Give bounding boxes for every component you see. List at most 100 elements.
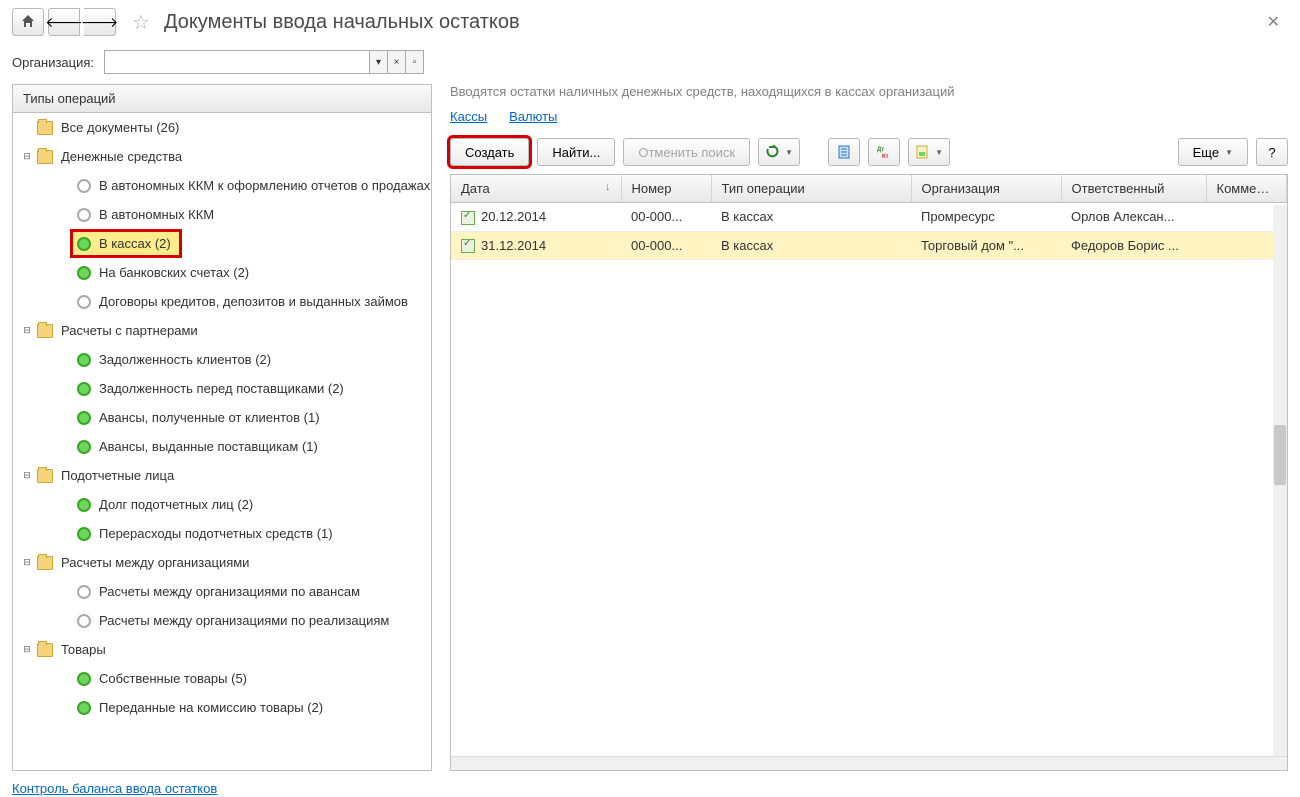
- tree-item-label: Расчеты с партнерами: [61, 323, 198, 338]
- org-dropdown-button[interactable]: ▾: [369, 51, 387, 73]
- refresh-button[interactable]: ▼: [758, 138, 800, 166]
- tree-body[interactable]: Все документы (26)⊟Денежные средстваВ ав…: [12, 113, 432, 771]
- col-date[interactable]: Дата↓: [451, 175, 621, 203]
- tree-item[interactable]: Долг подотчетных лиц (2): [13, 490, 431, 519]
- tree-item-label-wrap: Все документы (26): [33, 120, 179, 135]
- tree-item-label-wrap: Долг подотчетных лиц (2): [73, 497, 253, 512]
- tab-kassy[interactable]: Кассы: [450, 109, 487, 124]
- forward-button[interactable]: 🡒: [84, 8, 116, 36]
- tree-item-label-wrap: Перерасходы подотчетных средств (1): [73, 526, 333, 541]
- table-row[interactable]: 20.12.201400-000...В кассахПромресурсОрл…: [451, 203, 1287, 232]
- forward-icon: 🡒: [81, 14, 119, 31]
- tree-item-label: В кассах (2): [99, 236, 171, 251]
- tree-item-label: Расчеты между организациями: [61, 555, 249, 570]
- dt-kt-icon: ДтКт: [877, 145, 891, 159]
- tree-item-label-wrap: В автономных ККМ: [73, 207, 214, 222]
- tree-item[interactable]: Собственные товары (5): [13, 664, 431, 693]
- status-dot-green-icon: [77, 440, 91, 454]
- folder-icon: [37, 324, 53, 338]
- status-dot-empty-icon: [77, 179, 91, 193]
- tree-item[interactable]: Расчеты между организациями по авансам: [13, 577, 431, 606]
- cell-org: Торговый дом "...: [911, 231, 1061, 260]
- table-scroll-area[interactable]: [451, 260, 1287, 756]
- find-button[interactable]: Найти...: [537, 138, 615, 166]
- org-input[interactable]: [105, 51, 369, 73]
- tree-item[interactable]: ⊟ Товары: [13, 635, 431, 664]
- document-icon: [837, 145, 851, 159]
- help-button[interactable]: ?: [1256, 138, 1288, 166]
- tree-item-label-wrap: Переданные на комиссию товары (2): [73, 700, 323, 715]
- col-comment[interactable]: Коммента...: [1206, 175, 1287, 203]
- tree-item-label-wrap: Денежные средства: [33, 149, 182, 164]
- tree-item[interactable]: Перерасходы подотчетных средств (1): [13, 519, 431, 548]
- col-resp[interactable]: Ответственный: [1061, 175, 1206, 203]
- favorite-icon[interactable]: ☆: [132, 10, 150, 35]
- tree-item[interactable]: Авансы, полученные от клиентов (1): [13, 403, 431, 432]
- tree-item[interactable]: В кассах (2): [13, 229, 431, 258]
- home-icon: [21, 14, 35, 31]
- expander-icon[interactable]: ⊟: [21, 325, 33, 336]
- balance-control-link[interactable]: Контроль баланса ввода остатков: [12, 781, 217, 796]
- folder-icon: [37, 121, 53, 135]
- report-button-1[interactable]: [828, 138, 860, 166]
- create-button[interactable]: Создать: [450, 138, 529, 166]
- col-number[interactable]: Номер: [621, 175, 711, 203]
- tree-item-label-wrap: Расчеты с партнерами: [33, 323, 198, 338]
- tree-item[interactable]: В автономных ККМ: [13, 200, 431, 229]
- scrollbar-thumb[interactable]: [1274, 425, 1286, 485]
- tree-item-label: Собственные товары (5): [99, 671, 247, 686]
- left-pane: Типы операций Все документы (26)⊟Денежны…: [12, 84, 432, 771]
- horizontal-scrollbar[interactable]: [451, 756, 1287, 770]
- tree-item[interactable]: ⊟Денежные средства: [13, 142, 431, 171]
- tree-item[interactable]: Договоры кредитов, депозитов и выданных …: [13, 287, 431, 316]
- back-button[interactable]: 🡐: [48, 8, 80, 36]
- cancel-find-button: Отменить поиск: [623, 138, 750, 166]
- col-org[interactable]: Организация: [911, 175, 1061, 203]
- tree-item[interactable]: Задолженность клиентов (2): [13, 345, 431, 374]
- more-button[interactable]: Еще ▼: [1178, 138, 1248, 166]
- tree-item[interactable]: В автономных ККМ к оформлению отчетов о …: [13, 171, 431, 200]
- svg-text:Кт: Кт: [882, 154, 889, 159]
- col-op[interactable]: Тип операции: [711, 175, 911, 203]
- tree-item-label-wrap: В кассах (2): [73, 232, 179, 255]
- tree-item-label: Товары: [61, 642, 106, 657]
- tree-item-label: Перерасходы подотчетных средств (1): [99, 526, 333, 541]
- tab-valjuty[interactable]: Валюты: [509, 109, 557, 124]
- home-button[interactable]: [12, 8, 44, 36]
- tree-item-label-wrap: Подотчетные лица: [33, 468, 174, 483]
- print-icon: [915, 145, 929, 159]
- tree-item[interactable]: На банковских счетах (2): [13, 258, 431, 287]
- expander-icon[interactable]: ⊟: [21, 644, 33, 655]
- tree-item[interactable]: ⊟ Расчеты между организациями: [13, 548, 431, 577]
- status-dot-empty-icon: [77, 208, 91, 222]
- org-field: ▾ × ▫: [104, 50, 424, 74]
- tree-item[interactable]: Переданные на комиссию товары (2): [13, 693, 431, 722]
- tree-item-label-wrap: Задолженность клиентов (2): [73, 352, 271, 367]
- posted-doc-icon: [461, 239, 475, 253]
- status-dot-empty-icon: [77, 614, 91, 628]
- print-button[interactable]: ▼: [908, 138, 950, 166]
- org-open-button[interactable]: ▫: [405, 51, 423, 73]
- tree-item[interactable]: Все документы (26): [13, 113, 431, 142]
- close-button[interactable]: ✕: [1259, 8, 1288, 36]
- tree-item-label-wrap: Расчеты между организациями по реализаци…: [73, 613, 389, 628]
- table-body: 20.12.201400-000...В кассахПромресурсОрл…: [451, 203, 1287, 260]
- col-date-label: Дата: [461, 181, 490, 196]
- tree-item-label-wrap: На банковских счетах (2): [73, 265, 249, 280]
- chevron-down-icon: ▼: [935, 148, 943, 157]
- tree-item[interactable]: Расчеты между организациями по реализаци…: [13, 606, 431, 635]
- tree-item[interactable]: Задолженность перед поставщиками (2): [13, 374, 431, 403]
- tree-item[interactable]: ⊟ Расчеты с партнерами: [13, 316, 431, 345]
- report-button-2[interactable]: ДтКт: [868, 138, 900, 166]
- vertical-scrollbar[interactable]: [1273, 205, 1287, 756]
- tree-item[interactable]: ⊟Подотчетные лица: [13, 461, 431, 490]
- table-row[interactable]: 31.12.201400-000...В кассахТорговый дом …: [451, 231, 1287, 260]
- tree-item-label-wrap: В автономных ККМ к оформлению отчетов о …: [73, 178, 430, 193]
- status-dot-green-icon: [77, 382, 91, 396]
- tree-item[interactable]: Авансы, выданные поставщикам (1): [13, 432, 431, 461]
- expander-icon[interactable]: ⊟: [21, 557, 33, 568]
- folder-icon: [37, 643, 53, 657]
- expander-icon[interactable]: ⊟: [21, 470, 33, 481]
- expander-icon[interactable]: ⊟: [21, 151, 33, 162]
- org-clear-button[interactable]: ×: [387, 51, 405, 73]
